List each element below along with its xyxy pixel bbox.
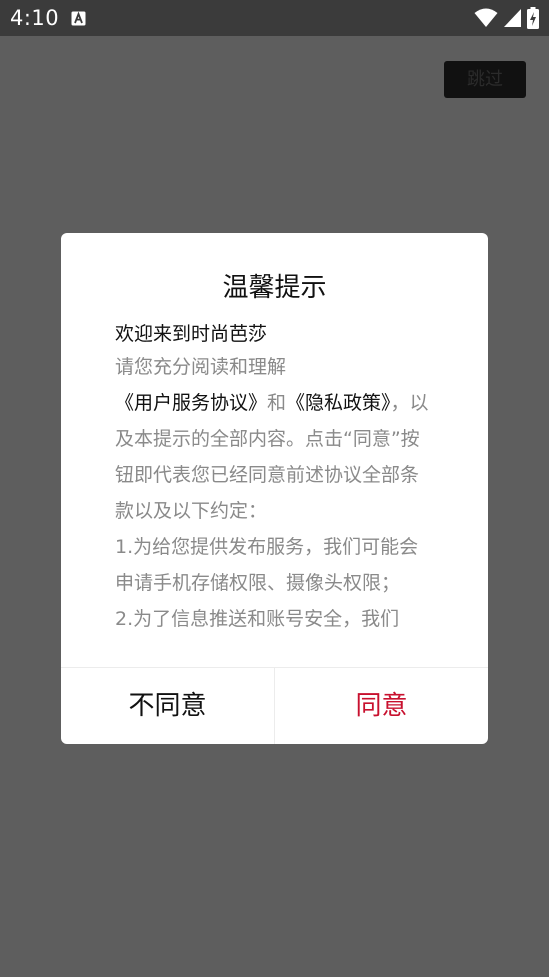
privacy-policy-link[interactable]: 《隐私政策》 xyxy=(286,392,391,414)
agreement-text: 请您充分阅读和理解《用户服务协议》和《隐私政策》，以及本提示的全部内容。点击“同… xyxy=(115,349,437,529)
status-time: 4:10 xyxy=(10,6,60,30)
status-bar: 4:10 xyxy=(0,0,549,36)
agreement-intro: 请您充分阅读和理解 xyxy=(115,356,287,378)
agreement-item-2: 2.为了信息推送和账号安全，我们 xyxy=(115,608,400,630)
battery-charging-icon xyxy=(527,7,539,29)
signal-icon xyxy=(504,9,521,27)
privacy-dialog: 温馨提示 欢迎来到时尚芭莎 请您充分阅读和理解《用户服务协议》和《隐私政策》，以… xyxy=(61,233,488,744)
agree-button[interactable]: 同意 xyxy=(275,668,488,744)
welcome-text: 欢迎来到时尚芭莎 xyxy=(115,323,268,345)
dialog-title: 温馨提示 xyxy=(222,273,327,303)
wifi-icon xyxy=(474,8,498,27)
agreement-item-1: 1.为给您提供发布服务，我们可能会申请手机存储权限、摄像头权限； xyxy=(115,536,419,594)
disagree-button[interactable]: 不同意 xyxy=(61,668,275,744)
user-agreement-link[interactable]: 《用户服务协议》 xyxy=(115,392,267,414)
agreement-conj: 和 xyxy=(267,392,287,414)
status-icons xyxy=(474,7,539,29)
dialog-body-scroll[interactable]: 欢迎来到时尚芭莎 请您充分阅读和理解《用户服务协议》和《隐私政策》，以及本提示的… xyxy=(115,319,437,653)
dialog-footer: 不同意 同意 xyxy=(61,667,488,744)
text-a-icon xyxy=(71,11,86,26)
skip-button[interactable]: 跳过 xyxy=(444,61,526,98)
